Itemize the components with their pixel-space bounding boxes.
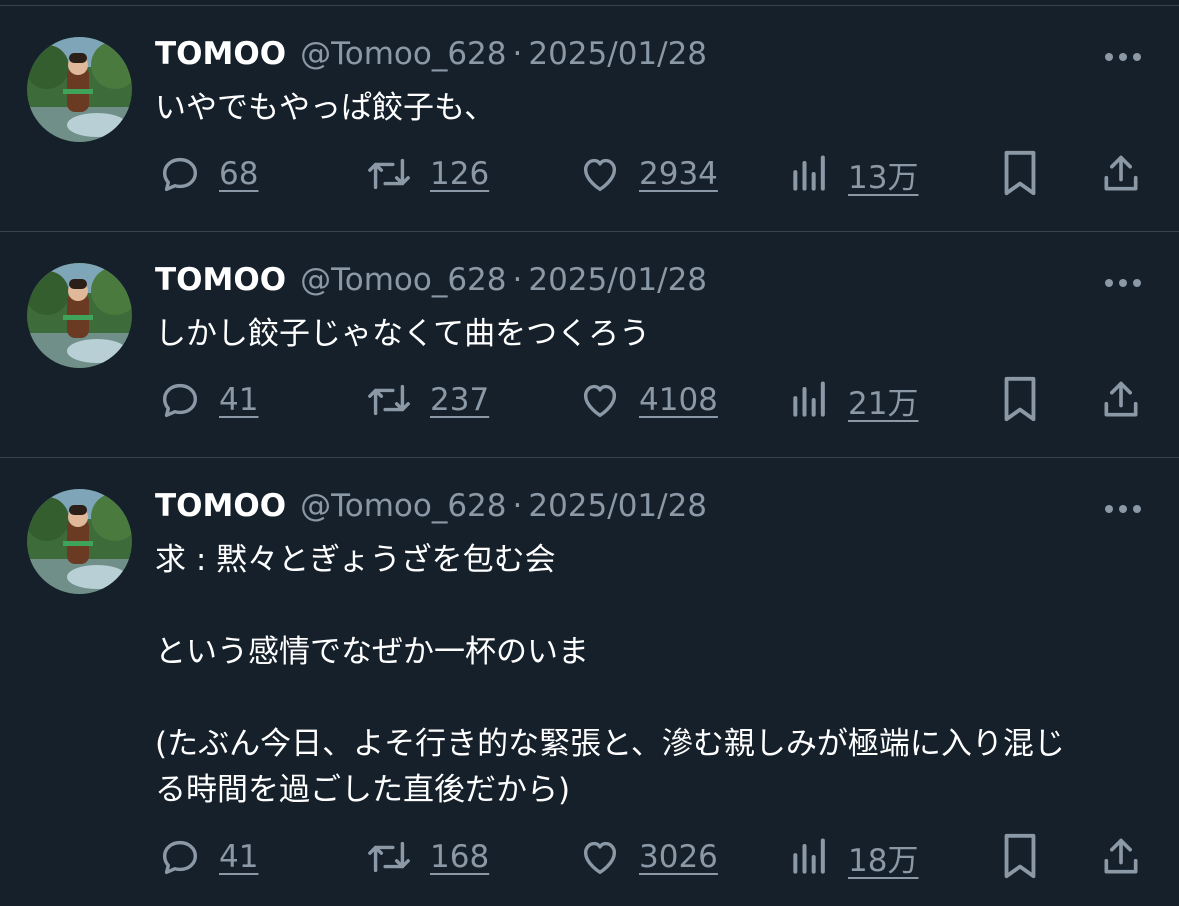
bookmark-button[interactable] (998, 832, 1042, 882)
share-button[interactable] (1099, 149, 1143, 199)
tweet-text-line: る時間を過ごした直後だから) (155, 772, 571, 808)
tweet-text-line: (たぶん今日、よそ行き的な緊張と、滲む親しみが極端に入り混じ (155, 726, 1065, 762)
tweet[interactable]: TOMOO @Tomoo_628 · 2025/01/28 いやでもやっぱ餃子も、 6… (0, 5, 1179, 232)
reply-count[interactable]: 41 (219, 382, 258, 418)
tweet-actions: 68 126 2934 13万 (0, 149, 1179, 199)
views-count[interactable]: 18万 (848, 835, 918, 880)
tweet-date[interactable]: 2025/01/28 (528, 36, 707, 72)
separator-dot: · (512, 262, 523, 298)
author-handle[interactable]: @Tomoo_628 (300, 36, 506, 72)
separator-dot: · (512, 488, 523, 524)
views-button[interactable]: 13万 (788, 149, 918, 199)
share-upload-icon (1099, 151, 1143, 197)
author-name[interactable]: TOMOO (155, 262, 286, 298)
bookmark-icon (998, 149, 1042, 199)
retweet-count[interactable]: 237 (430, 382, 489, 418)
like-button[interactable]: 2934 (577, 149, 718, 199)
tweet-header: TOMOO @Tomoo_628 · 2025/01/28 (155, 484, 707, 528)
retweet-button[interactable]: 126 (364, 149, 489, 199)
more-dots-icon[interactable] (1101, 42, 1145, 72)
reply-bubble-icon (157, 377, 203, 423)
share-button[interactable] (1099, 375, 1143, 425)
like-count[interactable]: 3026 (639, 839, 718, 875)
avatar[interactable] (27, 37, 132, 142)
share-upload-icon (1099, 834, 1143, 880)
like-button[interactable]: 4108 (577, 375, 718, 425)
tweet-text: いやでもやっぱ餃子も、 (155, 85, 1155, 131)
author-handle[interactable]: @Tomoo_628 (300, 488, 506, 524)
tweet-text: しかし餃子じゃなくて曲をつくろう (155, 311, 1155, 357)
author-handle[interactable]: @Tomoo_628 (300, 262, 506, 298)
reply-count[interactable]: 41 (219, 839, 258, 875)
retweet-count[interactable]: 168 (430, 839, 489, 875)
tweet-text-line: しかし餃子じゃなくて曲をつくろう (155, 316, 651, 352)
retweet-button[interactable]: 237 (364, 375, 489, 425)
tweet[interactable]: TOMOO @Tomoo_628 · 2025/01/28 求 : 黙々とぎょうざを包… (0, 457, 1179, 906)
tweet-text-line: いやでもやっぱ餃子も、 (155, 90, 496, 126)
heart-icon (577, 377, 623, 423)
tweet-text-line: という感情でなぜか一杯のいま (155, 634, 589, 670)
reply-bubble-icon (157, 151, 203, 197)
reply-button[interactable]: 41 (157, 832, 258, 882)
reply-count[interactable]: 68 (219, 156, 258, 192)
avatar[interactable] (27, 489, 132, 594)
like-button[interactable]: 3026 (577, 832, 718, 882)
bookmark-icon (998, 832, 1042, 882)
share-button[interactable] (1099, 832, 1143, 882)
heart-icon (577, 151, 623, 197)
views-bar-chart-icon (788, 151, 832, 197)
tweet-actions: 41 168 3026 18万 (0, 832, 1179, 882)
tweet-header: TOMOO @Tomoo_628 · 2025/01/28 (155, 258, 707, 302)
tweet-text: 求 : 黙々とぎょうざを包む会 という感情でなぜか一杯のいま (たぶん今日、よそ… (155, 537, 1155, 813)
avatar[interactable] (27, 263, 132, 368)
tweet-header: TOMOO @Tomoo_628 · 2025/01/28 (155, 32, 707, 76)
retweet-icon (364, 377, 414, 423)
tweet-date[interactable]: 2025/01/28 (528, 262, 707, 298)
more-dots-icon[interactable] (1101, 494, 1145, 524)
tweet-text-line (155, 583, 1155, 629)
author-name[interactable]: TOMOO (155, 36, 286, 72)
views-button[interactable]: 21万 (788, 375, 918, 425)
tweet[interactable]: TOMOO @Tomoo_628 · 2025/01/28 しかし餃子じゃなくて曲をつ… (0, 231, 1179, 458)
views-button[interactable]: 18万 (788, 832, 918, 882)
tweet-date[interactable]: 2025/01/28 (528, 488, 707, 524)
tweet-text-line (155, 675, 1155, 721)
retweet-icon (364, 151, 414, 197)
views-count[interactable]: 21万 (848, 378, 918, 423)
heart-icon (577, 834, 623, 880)
bookmark-button[interactable] (998, 375, 1042, 425)
bookmark-button[interactable] (998, 149, 1042, 199)
reply-bubble-icon (157, 834, 203, 880)
separator-dot: · (512, 36, 523, 72)
tweet-actions: 41 237 4108 21万 (0, 375, 1179, 425)
tweet-text-line: 求 : 黙々とぎょうざを包む会 (155, 542, 556, 578)
like-count[interactable]: 2934 (639, 156, 718, 192)
reply-button[interactable]: 41 (157, 375, 258, 425)
retweet-icon (364, 834, 414, 880)
more-dots-icon[interactable] (1101, 268, 1145, 298)
views-bar-chart-icon (788, 834, 832, 880)
author-name[interactable]: TOMOO (155, 488, 286, 524)
views-count[interactable]: 13万 (848, 152, 918, 197)
views-bar-chart-icon (788, 377, 832, 423)
bookmark-icon (998, 375, 1042, 425)
like-count[interactable]: 4108 (639, 382, 718, 418)
share-upload-icon (1099, 377, 1143, 423)
retweet-button[interactable]: 168 (364, 832, 489, 882)
reply-button[interactable]: 68 (157, 149, 258, 199)
retweet-count[interactable]: 126 (430, 156, 489, 192)
